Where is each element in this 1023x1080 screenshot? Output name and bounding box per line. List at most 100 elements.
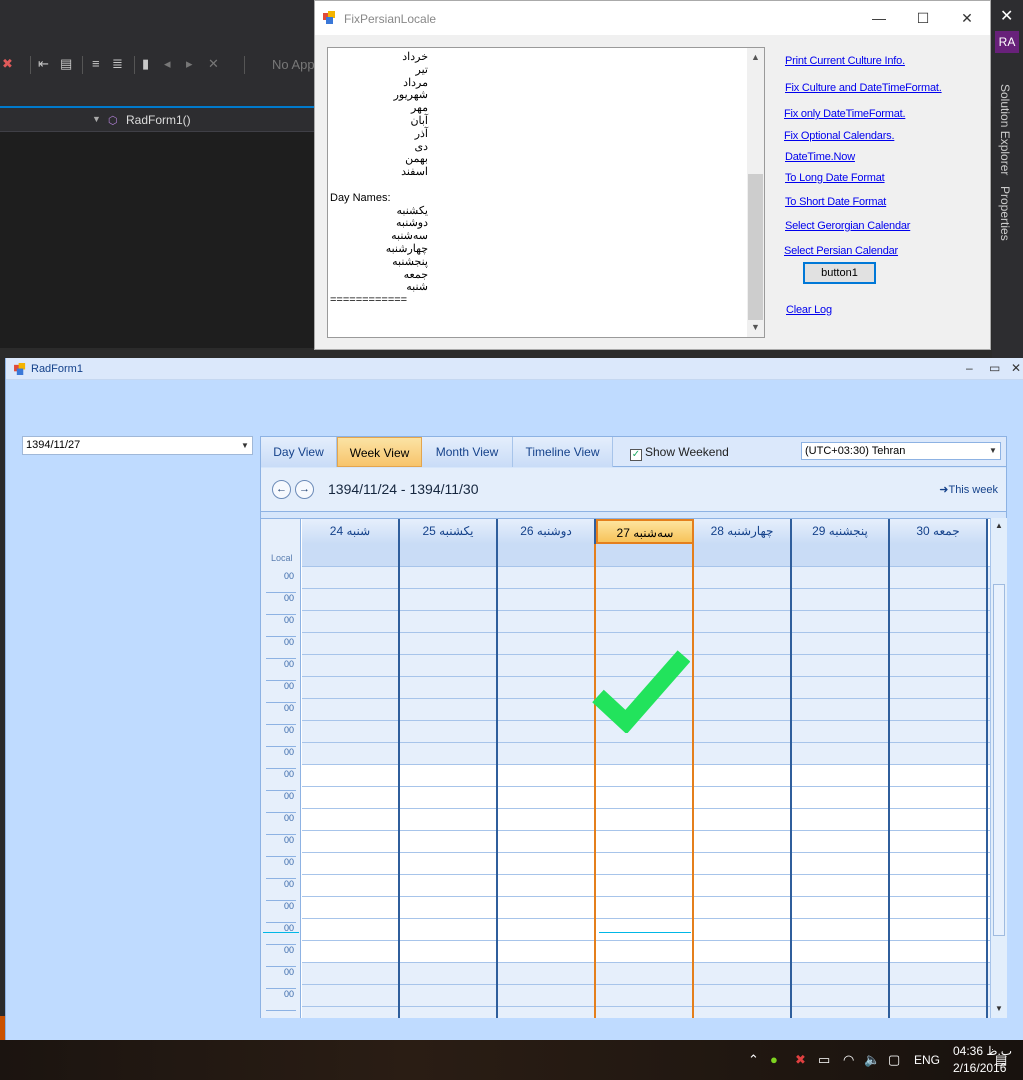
to-short-date-link[interactable]: To Short Date Format	[785, 196, 886, 208]
tab-day-view[interactable]: Day View	[261, 437, 337, 467]
clock-time[interactable]: 04:36 ب.ظ	[953, 1044, 1012, 1058]
chevron-up-icon[interactable]: ⌃	[748, 1052, 759, 1068]
day-column[interactable]	[890, 566, 988, 1018]
radform1-window: RadForm1 – ▭ ✕ 1394/11/27 ▼ Day View Wee…	[5, 358, 1023, 1040]
scrollbar-thumb[interactable]	[993, 584, 1005, 936]
prev-week-icon[interactable]: ←	[272, 480, 291, 499]
time-label: 00	[266, 637, 296, 659]
notification-icon[interactable]: ▢	[888, 1052, 900, 1068]
day-column[interactable]	[694, 566, 792, 1018]
log-line: چهارشنبه	[385, 243, 428, 255]
fix-optional-calendars-link[interactable]: Fix Optional Calendars.	[784, 130, 895, 142]
bookmark-icon[interactable]: ▮	[142, 56, 149, 72]
prev-bookmark-icon[interactable]: ◂	[164, 56, 171, 72]
week-grid[interactable]: شنبه 24 یکشنبه 25 دوشنبه 26 سه‌شنبه 27 چهارش…	[261, 518, 990, 1018]
minimize-icon[interactable]: –	[966, 361, 973, 375]
scroll-down-icon[interactable]: ▼	[995, 1004, 1003, 1013]
maximize-icon[interactable]: ▭	[989, 361, 1000, 375]
datetime-now-link[interactable]: DateTime.Now	[785, 151, 855, 163]
day-header[interactable]: یکشنبه 25	[400, 519, 498, 544]
tab-properties[interactable]: Properties	[998, 186, 1012, 241]
tab-timeline-view[interactable]: Timeline View	[513, 437, 613, 467]
wifi-icon[interactable]: ◠	[843, 1052, 854, 1068]
all-day-cell[interactable]	[400, 544, 498, 566]
all-day-cell[interactable]	[792, 544, 890, 566]
close-icon[interactable]: ✕	[957, 10, 977, 27]
select-persian-link[interactable]: Select Persian Calendar	[784, 245, 898, 257]
scroll-up-icon[interactable]: ▲	[995, 521, 1003, 530]
day-header[interactable]: پنجشنبه 29	[792, 519, 890, 544]
day-header[interactable]: سه‌شنبه 27	[596, 519, 694, 544]
uncomment-icon[interactable]: ≣	[112, 56, 123, 72]
tab-month-view[interactable]: Month View	[422, 437, 513, 467]
day-column[interactable]	[792, 566, 890, 1018]
day-column[interactable]	[400, 566, 498, 1018]
volume-icon[interactable]: 🔈	[864, 1052, 880, 1068]
day-column[interactable]	[498, 566, 596, 1018]
scroll-up-icon[interactable]: ▲	[751, 52, 760, 62]
timezone-select[interactable]: (UTC+03:30) Tehran ▼	[801, 442, 1001, 460]
log-line: مهر	[410, 102, 428, 115]
avatar[interactable]: RA	[995, 31, 1019, 53]
maximize-icon[interactable]: ☐	[913, 10, 933, 27]
indent-icon[interactable]: ⇤	[38, 56, 49, 72]
scrollbar-thumb[interactable]	[748, 174, 763, 320]
security-icon[interactable]: ✖	[795, 1052, 806, 1068]
day-header[interactable]: دوشنبه 26	[498, 519, 596, 544]
day-header[interactable]: چهارشنبه 28	[694, 519, 792, 544]
grid-scrollbar[interactable]: ▲ ▼	[990, 518, 1007, 1018]
time-label: 00	[266, 703, 296, 725]
close-icon[interactable]: ✕	[1000, 6, 1013, 26]
select-gregorian-link[interactable]: Select Gerorgian Calendar	[785, 220, 910, 232]
checkbox-check-icon[interactable]: ✓	[630, 449, 642, 461]
day-header[interactable]: جمعه 30	[890, 519, 988, 544]
all-day-cell[interactable]	[498, 544, 596, 566]
chevron-down-icon[interactable]: ▼	[92, 114, 101, 124]
member-dropdown[interactable]: RadForm1()	[126, 113, 191, 127]
clock-date[interactable]: 2/16/2016	[953, 1061, 1006, 1075]
window-titlebar[interactable]: RadForm1 – ▭ ✕	[6, 358, 1023, 380]
minimize-icon[interactable]: —	[869, 10, 889, 26]
comment-icon[interactable]: ≡	[92, 56, 100, 71]
window-title: RadForm1	[31, 363, 83, 375]
this-week-link[interactable]: ➜This week	[939, 483, 998, 496]
time-label: 00	[266, 615, 296, 637]
close-icon[interactable]: ✕	[1011, 361, 1021, 375]
app-tray-icon[interactable]: ●	[770, 1052, 778, 1067]
bug-icon[interactable]: ✖	[2, 56, 13, 72]
language-indicator[interactable]: ENG	[914, 1053, 940, 1067]
fix-culture-link[interactable]: Fix Culture and DateTimeFormat.	[785, 82, 942, 94]
all-day-cell[interactable]	[302, 544, 400, 566]
scroll-down-icon[interactable]: ▼	[751, 322, 760, 332]
tab-week-view[interactable]: Week View	[337, 437, 422, 467]
button1[interactable]: button1	[803, 262, 876, 284]
log-line: بهمن	[405, 153, 428, 166]
chevron-down-icon[interactable]: ▼	[238, 437, 252, 454]
toolbar-divider	[134, 56, 135, 74]
all-day-cell[interactable]	[694, 544, 792, 566]
clear-bookmark-icon[interactable]: ✕	[208, 56, 219, 72]
window-titlebar[interactable]: FixPersianLocale — ☐ ✕	[315, 1, 990, 35]
day-header[interactable]: شنبه 24	[302, 519, 400, 544]
code-editor[interactable]	[0, 132, 314, 348]
fix-datetime-link[interactable]: Fix only DateTimeFormat.	[784, 108, 906, 120]
tab-solution-explorer[interactable]: Solution Explorer	[998, 84, 1012, 175]
show-weekend-checkbox[interactable]: ✓ Show Weekend	[630, 445, 729, 461]
next-bookmark-icon[interactable]: ▸	[186, 56, 193, 72]
date-picker[interactable]: 1394/11/27 ▼	[22, 436, 253, 455]
to-long-date-link[interactable]: To Long Date Format	[785, 172, 885, 184]
time-label: 00	[266, 857, 296, 879]
clear-log-link[interactable]: Clear Log	[786, 304, 832, 316]
log-line: آبان	[410, 115, 428, 127]
battery-icon[interactable]: ▭	[818, 1052, 830, 1068]
log-textbox[interactable]: خرداد تیر مرداد شهریور مهر آبان آذر دی بهمن اسفند…	[327, 47, 765, 338]
no-app-label[interactable]: No App	[272, 57, 315, 72]
log-scrollbar[interactable]: ▲ ▼	[747, 48, 764, 337]
print-culture-link[interactable]: Print Current Culture Info.	[785, 55, 905, 67]
chevron-down-icon[interactable]: ▼	[986, 443, 1000, 459]
next-week-icon[interactable]: →	[295, 480, 314, 499]
all-day-cell[interactable]	[890, 544, 988, 566]
day-column[interactable]	[302, 566, 400, 1018]
time-label: 00	[266, 791, 296, 813]
outline-icon[interactable]: ▤	[60, 56, 72, 72]
